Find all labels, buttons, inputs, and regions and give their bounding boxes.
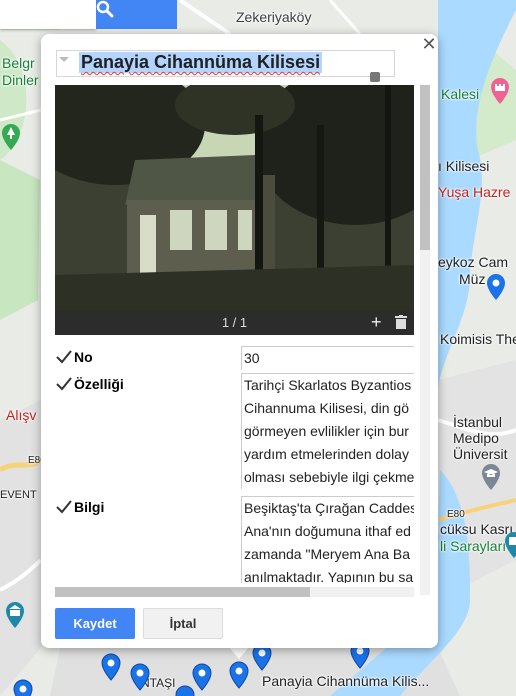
feature-edit-dialog: ✕ Panayia Cihannüma Kilisesi 1 / 1 + No … — [41, 34, 438, 648]
field-name: Bilgi — [74, 499, 105, 515]
save-button[interactable]: Kaydet — [55, 608, 135, 639]
field-value-no[interactable]: 30 — [241, 346, 414, 370]
field-value-line: görmeyen evlilikler için bur — [244, 423, 409, 439]
field-value-line: Beşiktaş'ta Çırağan Caddes — [244, 500, 414, 516]
field-value-line: Cihannuma Kilisesi, din gö — [244, 400, 409, 416]
map-search-input[interactable] — [0, 0, 96, 29]
vertical-scrollbar-thumb[interactable] — [420, 85, 430, 250]
field-name: Özelliği — [74, 376, 124, 392]
search-icon — [96, 0, 114, 18]
map-pin-icon[interactable] — [485, 272, 507, 302]
search-button[interactable] — [96, 0, 177, 29]
map-pin-icon[interactable] — [100, 652, 122, 682]
dialog-pointer — [229, 647, 249, 659]
map-label-event: EVENT — [0, 489, 37, 501]
map-pin-icon[interactable] — [129, 662, 151, 692]
map-label-yusa: Yuşa Hazre — [438, 184, 511, 200]
selected-map-pin-icon[interactable] — [228, 660, 250, 690]
map-label-beykoz: eykoz Cam — [438, 254, 509, 270]
map-label-universite: Üniversit — [453, 446, 508, 462]
map-label-kalesi: Kalesi — [441, 86, 480, 102]
field-value-line: zamanda "Meryem Ana Ba — [244, 546, 411, 562]
field-value-line: Ana'nın doğumuna ithaf ed — [244, 523, 411, 539]
resize-handle-icon[interactable] — [370, 72, 380, 82]
map-label-belgrad: Belgr — [2, 55, 35, 71]
horizontal-scrollbar-thumb[interactable] — [55, 587, 310, 597]
tree-icon[interactable] — [0, 122, 22, 152]
map-pin-icon[interactable] — [12, 678, 34, 696]
map-label-kilisesi: ı Kilisesi — [438, 158, 490, 174]
map-label-alisveris: Alışv — [6, 407, 37, 423]
field-value-line: Tarihçi Skarlatos Byzantios — [244, 377, 412, 393]
field-value-line: anılmaktadır. Yapının bu sa — [244, 569, 414, 583]
trash-icon[interactable] — [395, 315, 407, 329]
map-label-istanbul: İstanbul — [453, 414, 503, 430]
horizontal-scrollbar[interactable] — [55, 587, 414, 597]
map-label-saray: li Sarayları — [440, 538, 507, 554]
map-pin-icon[interactable] — [174, 684, 196, 696]
checkmark-icon[interactable] — [56, 350, 72, 364]
vertical-scrollbar[interactable] — [420, 85, 430, 595]
plus-icon[interactable]: + — [371, 312, 382, 333]
map-label-muze: Müz — [459, 271, 486, 287]
field-name: No — [74, 349, 93, 365]
dialog-content: 1 / 1 + No 30 Özelliği Tarihçi Skarlatos… — [55, 85, 414, 595]
title-field[interactable]: Panayia Cihannüma Kilisesi — [56, 50, 395, 77]
bank-icon[interactable] — [4, 600, 26, 630]
map-label-dinler: Dinler — [2, 72, 39, 88]
checkmark-icon[interactable] — [56, 377, 72, 391]
map-label-e80-east: E80 — [447, 509, 465, 520]
photo-viewer[interactable]: 1 / 1 + — [55, 85, 414, 335]
photo-counter: 1 / 1 — [221, 315, 248, 330]
field-value-line: yardım etmelerinden dolay — [244, 446, 409, 462]
museum-icon[interactable] — [503, 530, 516, 560]
church-photo — [55, 85, 414, 311]
field-value-ozelligi[interactable]: Tarihçi Skarlatos Byzantios Cihannuma Ki… — [241, 373, 414, 489]
map-label-medipol: Medipo — [453, 430, 499, 446]
map-label-koimisis: Koimisis The — [440, 331, 516, 347]
title-input-text[interactable]: Panayia Cihannüma Kilisesi — [79, 52, 323, 73]
cancel-button[interactable]: İptal — [143, 608, 223, 639]
field-value-bilgi[interactable]: Beşiktaş'ta Çırağan Caddes Ana'nın doğum… — [241, 496, 414, 583]
dropdown-arrow-icon[interactable] — [59, 57, 69, 62]
field-value-line: olması sebebiyle ilgi çekme — [244, 469, 414, 485]
marker-label[interactable]: Panayia Cihannüma Kilis... — [262, 673, 429, 689]
graduation-cap-icon[interactable] — [480, 462, 502, 492]
checkmark-icon[interactable] — [56, 500, 72, 514]
field-value-line: 30 — [244, 350, 260, 366]
photo-toolbar: 1 / 1 + — [55, 311, 414, 335]
close-icon[interactable]: ✕ — [419, 34, 439, 55]
map-label-zekeriyakoy: Zekeriyaköy — [236, 9, 312, 25]
castle-icon[interactable] — [489, 76, 511, 106]
